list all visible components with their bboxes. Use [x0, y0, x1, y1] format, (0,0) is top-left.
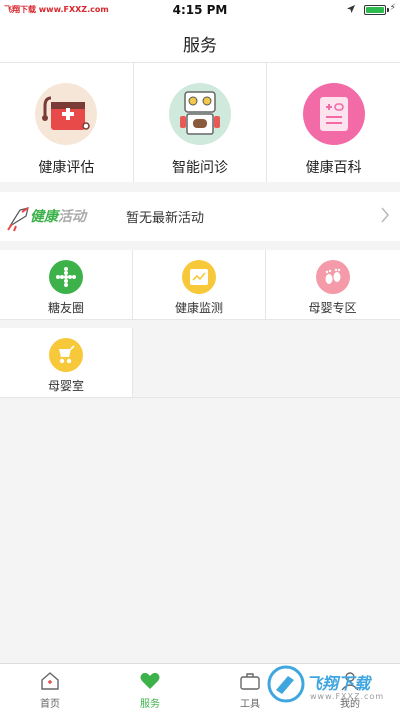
- service-sugar-friends-circle[interactable]: 糖友圈: [0, 250, 133, 319]
- watermark-logo: 飞翔下载 www.FXXZ.com: [266, 662, 394, 708]
- services-row: 糖友圈 健康监测 母婴专区: [0, 250, 400, 320]
- services-row: 母婴室: [0, 328, 400, 398]
- activity-logo: 健康活动: [30, 206, 86, 226]
- services-grid: 糖友圈 健康监测 母婴专区 母婴室: [0, 250, 400, 398]
- monitor-chart-icon: [182, 260, 216, 294]
- tab-label: 工具: [240, 699, 260, 710]
- location-arrow-icon: [347, 5, 355, 13]
- heart-icon: [140, 672, 160, 689]
- charging-bolt-icon: ⚡: [389, 3, 396, 13]
- service-smart-diagnosis[interactable]: 智能问诊: [134, 63, 268, 182]
- service-label: 健康百科: [305, 160, 362, 176]
- activity-banner[interactable]: 健康活动 暂无最新活动: [0, 192, 400, 241]
- circle-dots-icon: [49, 260, 83, 294]
- tab-home[interactable]: 首页: [0, 664, 100, 712]
- stroller-icon: [49, 338, 83, 372]
- service-label: 健康监测: [174, 301, 223, 315]
- page-title: 服务: [183, 36, 217, 56]
- row-gap: [0, 320, 400, 328]
- pill-box-icon: [302, 83, 365, 145]
- watermark-url: www.FXXZ.com: [310, 692, 385, 701]
- robot-icon: [169, 83, 231, 145]
- activity-text: 暂无最新活动: [126, 211, 205, 226]
- service-health-monitoring[interactable]: 健康监测: [133, 250, 266, 319]
- service-label: 母婴室: [47, 379, 84, 393]
- clock: 4:15 PM: [172, 3, 228, 17]
- service-maternal-infant-zone[interactable]: 母婴专区: [266, 250, 399, 319]
- chevron-right-icon: [381, 207, 390, 223]
- watermark-logo-icon: [267, 665, 305, 703]
- activity-logo-part1: 健康: [30, 209, 58, 225]
- service-label: 糖友圈: [47, 301, 84, 315]
- first-aid-kit-icon: [35, 83, 98, 145]
- service-nursing-room[interactable]: 母婴室: [0, 328, 133, 397]
- watermark-text: 飞翔下载: [306, 674, 371, 693]
- baby-feet-icon: [315, 260, 350, 294]
- top-services-grid: 健康评估 智能问诊 健康百科: [0, 63, 400, 182]
- service-label: 智能问诊: [172, 160, 228, 176]
- nav-bar: 服务: [0, 20, 400, 63]
- service-health-encyclopedia[interactable]: 健康百科: [267, 63, 400, 182]
- service-label: 健康评估: [38, 160, 95, 176]
- home-icon: [41, 672, 59, 690]
- empty-cell: [133, 328, 400, 397]
- tab-label: 服务: [140, 699, 160, 710]
- tab-label: 首页: [40, 699, 60, 710]
- battery-icon: [364, 5, 386, 15]
- toolbox-icon: [240, 673, 260, 690]
- service-label: 母婴专区: [308, 301, 357, 315]
- service-health-assessment[interactable]: 健康评估: [0, 63, 134, 182]
- battery-fill: [366, 7, 384, 13]
- tab-services[interactable]: 服务: [100, 664, 200, 712]
- activity-logo-part2: 活动: [58, 209, 86, 225]
- status-bar: 飞翔下载 www.FXXZ.com 4:15 PM ⚡: [0, 0, 400, 20]
